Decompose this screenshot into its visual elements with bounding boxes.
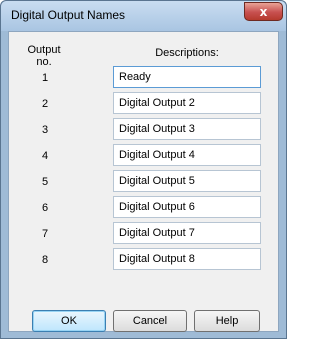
cancel-button[interactable]: Cancel [113,310,187,332]
help-button[interactable]: Help [194,310,260,332]
description-field-3[interactable] [113,118,261,140]
output-number-8: 8 [41,254,49,266]
description-field-2[interactable] [113,92,261,114]
close-button[interactable]: x [244,2,283,21]
output-number-5: 5 [41,176,49,188]
description-field-5[interactable] [113,170,261,192]
dialog-title: Digital Output Names [11,8,126,22]
output-number-4: 4 [41,150,49,162]
output-number-3: 3 [41,124,49,136]
description-field-7[interactable] [113,222,261,244]
description-field-6[interactable] [113,196,261,218]
description-field-8[interactable] [113,248,261,270]
output-number-2: 2 [41,98,49,110]
descriptions-header: Descriptions: [155,47,219,59]
title-bar[interactable]: Digital Output Names x [1,1,286,31]
description-field-4[interactable] [113,144,261,166]
description-field-1[interactable] [113,66,261,88]
output-number-1: 1 [41,72,49,84]
ok-button[interactable]: OK [32,310,106,332]
dialog-content: Output no. Descriptions: 1 2 3 4 5 6 7 8… [8,31,279,332]
output-number-header: Output no. [27,44,61,68]
output-number-7: 7 [41,228,49,240]
dialog-window: Digital Output Names x Output no. Descri… [0,0,287,339]
close-icon: x [259,4,268,19]
output-number-6: 6 [41,202,49,214]
